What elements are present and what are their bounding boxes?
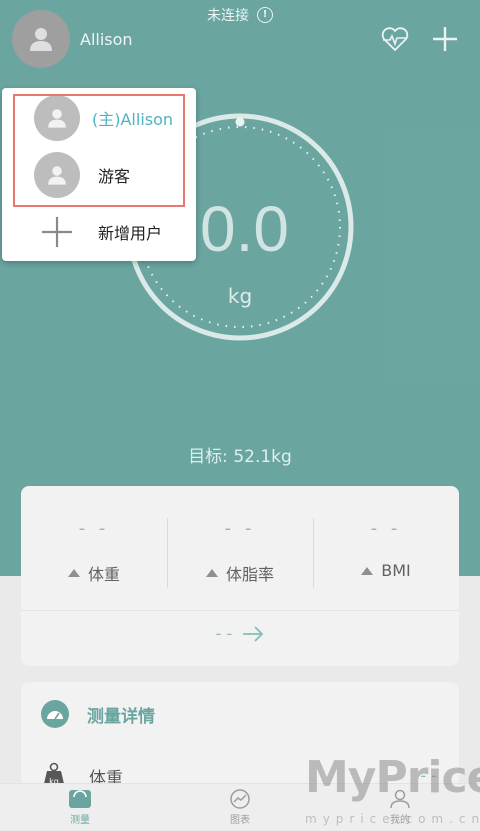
watermark-url: myprice.com.cn (305, 812, 480, 826)
watermark: MyPrice (305, 752, 480, 803)
plus-icon (40, 215, 74, 249)
popup-item-label: 新增用户 (98, 224, 163, 243)
highlight-annotation (13, 94, 185, 207)
app-screen: 未连接 ! Allison 0.0 kg 目标: 52.1kg - - 体重 -… (0, 0, 480, 831)
popup-item-add-user[interactable]: 新增用户 (2, 203, 196, 261)
